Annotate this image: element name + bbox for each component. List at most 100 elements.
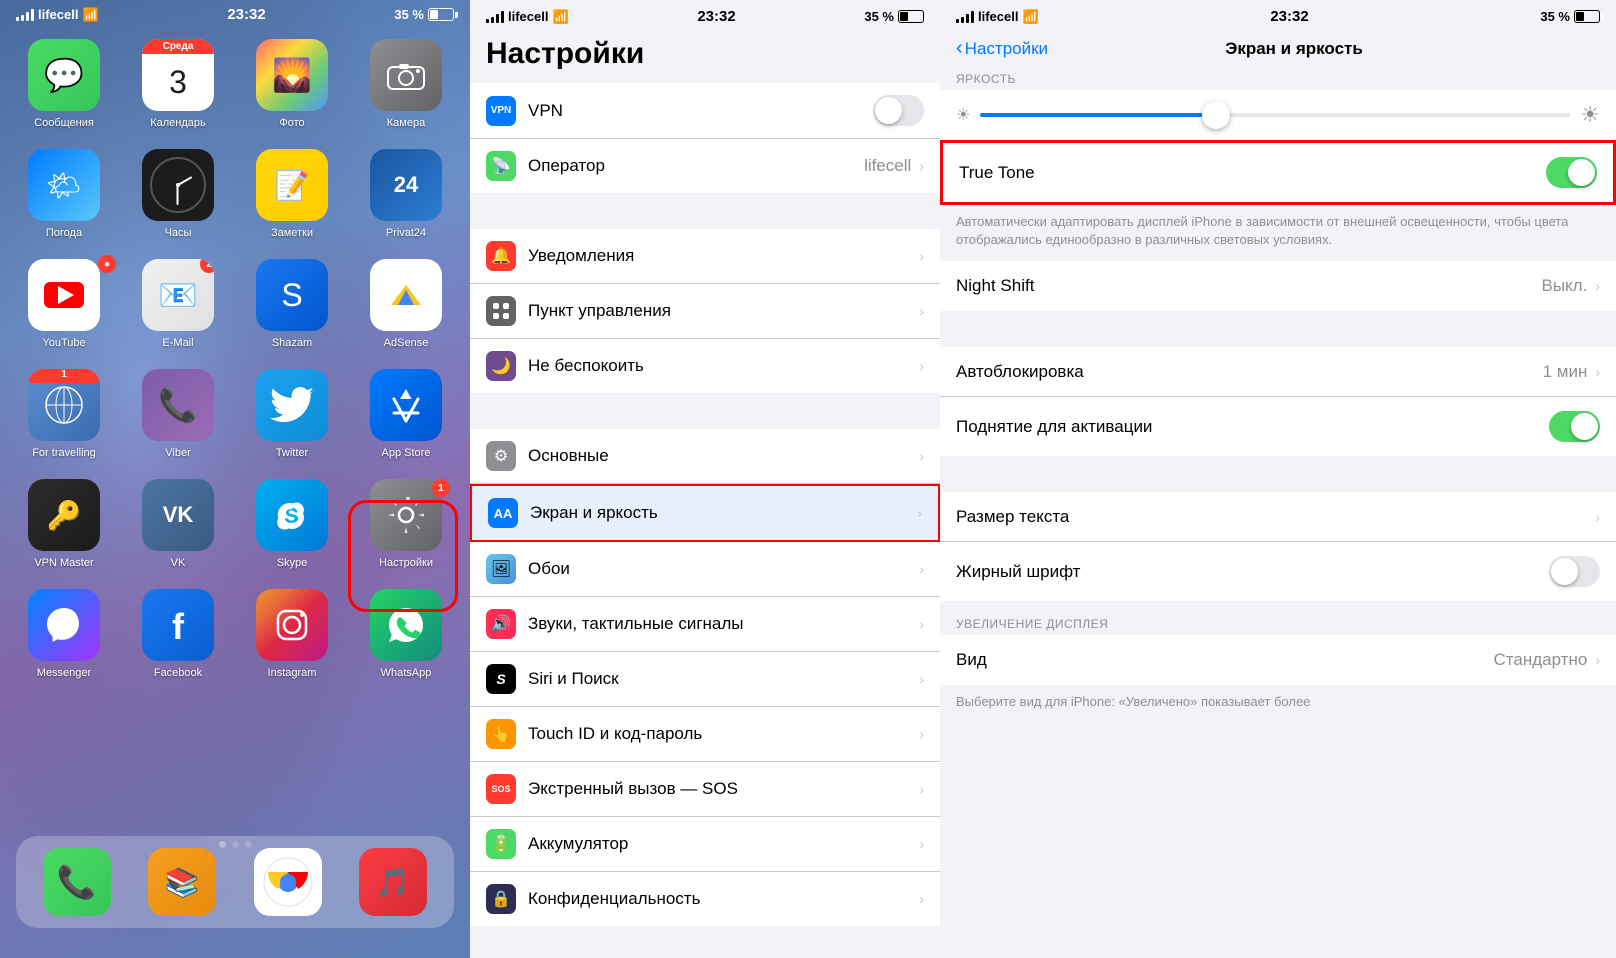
operator-value: lifecell bbox=[864, 156, 911, 176]
app-row-5: 🔑 VPN Master VK VK Skype 1 Настройки bbox=[16, 479, 454, 569]
settings-row-controlcenter[interactable]: Пункт управления › bbox=[470, 284, 940, 339]
sos-icon: SOS bbox=[486, 774, 516, 804]
controlcenter-icon bbox=[486, 296, 516, 326]
vpn-toggle[interactable] bbox=[873, 95, 924, 126]
app-settings[interactable]: 1 Настройки bbox=[358, 479, 454, 569]
display-icon: AA bbox=[488, 498, 518, 528]
app-shazam[interactable]: S Shazam bbox=[244, 259, 340, 349]
brightness-row: ☀ ☀ bbox=[956, 102, 1600, 128]
dock-books[interactable]: 📚 bbox=[142, 848, 222, 916]
app-photos-icon: 🌄 bbox=[256, 39, 328, 111]
app-messages[interactable]: 💬 Сообщения bbox=[16, 39, 112, 129]
bold-toggle[interactable] bbox=[1549, 556, 1600, 587]
zoom-description: Выберите вид для iPhone: «Увеличено» пок… bbox=[940, 685, 1616, 723]
status-bar-settings: lifecell 📶 23:32 35 % bbox=[470, 0, 940, 29]
settings-section-display: ⚙ Основные › AA Экран и яркость › 🖼 Обои… bbox=[470, 429, 940, 926]
display-row-nightshift[interactable]: Night Shift Выкл. › bbox=[940, 261, 1616, 311]
sounds-label: Звуки, тактильные сигналы bbox=[528, 614, 919, 634]
dnd-icon: 🌙 bbox=[486, 351, 516, 381]
clock-display: 23:32 bbox=[227, 6, 265, 23]
settings-row-sounds[interactable]: 🔊 Звуки, тактильные сигналы › bbox=[470, 597, 940, 652]
app-viber[interactable]: 📞 Viber bbox=[130, 369, 226, 459]
raiseawake-toggle[interactable] bbox=[1549, 411, 1600, 442]
settings-row-operator[interactable]: 📡 Оператор lifecell › bbox=[470, 139, 940, 193]
truetone-toggle[interactable] bbox=[1546, 157, 1597, 188]
app-messenger[interactable]: Messenger bbox=[16, 589, 112, 679]
app-vpnmaster[interactable]: 🔑 VPN Master bbox=[16, 479, 112, 569]
view-chevron: › bbox=[1595, 652, 1600, 668]
display-chevron: › bbox=[917, 505, 922, 521]
app-row-3: ● YouTube 📧 2 E-Mail S Shazam AdSense bbox=[16, 259, 454, 349]
app-weather-icon: 🌤 bbox=[28, 149, 100, 221]
app-privat24-icon: 24 bbox=[370, 149, 442, 221]
dock-music[interactable]: 🎵 bbox=[353, 848, 433, 916]
dock-phone[interactable]: 📞 bbox=[37, 848, 117, 916]
brightness-min-icon: ☀ bbox=[956, 105, 970, 125]
display-label: Экран и яркость bbox=[530, 503, 917, 523]
settings-row-vpn[interactable]: VPN VPN bbox=[470, 83, 940, 139]
settings-row-display[interactable]: AA Экран и яркость › bbox=[470, 484, 940, 542]
app-viber-icon: 📞 bbox=[142, 369, 214, 441]
dnd-label: Не беспокоить bbox=[528, 356, 919, 376]
display-row-raiseawake[interactable]: Поднятие для активации bbox=[940, 397, 1616, 456]
app-instagram[interactable]: Instagram bbox=[244, 589, 340, 679]
app-calendar[interactable]: Среда 3 Календарь bbox=[130, 39, 226, 129]
display-row-view[interactable]: Вид Стандартно › bbox=[940, 635, 1616, 685]
settings-row-battery[interactable]: 🔋 Аккумулятор › bbox=[470, 817, 940, 872]
app-twitter-icon bbox=[256, 369, 328, 441]
text-section: Размер текста › Жирный шрифт bbox=[940, 492, 1616, 601]
app-appstore[interactable]: App Store bbox=[358, 369, 454, 459]
wifi-settings: 📶 bbox=[552, 9, 568, 25]
operator-chevron: › bbox=[919, 158, 924, 174]
settings-row-general[interactable]: ⚙ Основные › bbox=[470, 429, 940, 484]
controlcenter-label: Пункт управления bbox=[528, 301, 919, 321]
app-skype[interactable]: Skype bbox=[244, 479, 340, 569]
app-whatsapp-icon bbox=[370, 589, 442, 661]
app-twitter[interactable]: Twitter bbox=[244, 369, 340, 459]
brightness-fill bbox=[980, 113, 1216, 117]
touchid-label: Touch ID и код-пароль bbox=[528, 724, 919, 744]
dock-chrome[interactable] bbox=[248, 848, 328, 916]
settings-row-wallpaper[interactable]: 🖼 Обои › bbox=[470, 542, 940, 597]
settings-row-dnd[interactable]: 🌙 Не беспокоить › bbox=[470, 339, 940, 393]
app-youtube[interactable]: ● YouTube bbox=[16, 259, 112, 349]
brightness-container: ЯРКОСТЬ ☀ ☀ bbox=[940, 60, 1616, 140]
display-row-textsize[interactable]: Размер текста › bbox=[940, 492, 1616, 542]
app-camera[interactable]: Камера bbox=[358, 39, 454, 129]
app-email[interactable]: 📧 2 E-Mail bbox=[130, 259, 226, 349]
signal-icon bbox=[16, 9, 34, 21]
dock-music-icon: 🎵 bbox=[359, 848, 427, 916]
settings-row-sos[interactable]: SOS Экстренный вызов — SOS › bbox=[470, 762, 940, 817]
app-clock[interactable]: Часы bbox=[130, 149, 226, 239]
app-messages-icon: 💬 bbox=[28, 39, 100, 111]
settings-row-siri[interactable]: S Siri и Поиск › bbox=[470, 652, 940, 707]
app-facebook[interactable]: f Facebook bbox=[130, 589, 226, 679]
settings-row-privacy[interactable]: 🔒 Конфиденциальность › bbox=[470, 872, 940, 926]
settings-row-notifications[interactable]: 🔔 Уведомления › bbox=[470, 229, 940, 284]
app-whatsapp[interactable]: WhatsApp bbox=[358, 589, 454, 679]
brightness-section-label: ЯРКОСТЬ bbox=[940, 64, 1616, 90]
app-weather[interactable]: 🌤 Погода bbox=[16, 149, 112, 239]
back-label: Настройки bbox=[965, 39, 1048, 59]
app-vk[interactable]: VK VK bbox=[130, 479, 226, 569]
siri-icon: S bbox=[486, 664, 516, 694]
app-notes[interactable]: 📝 Заметки bbox=[244, 149, 340, 239]
textsize-label: Размер текста bbox=[956, 507, 1595, 527]
app-shazam-icon: S bbox=[256, 259, 328, 331]
display-row-bold[interactable]: Жирный шрифт bbox=[940, 542, 1616, 601]
brightness-slider[interactable] bbox=[980, 113, 1570, 117]
settings-row-touchid[interactable]: 👆 Touch ID и код-пароль › bbox=[470, 707, 940, 762]
app-messenger-icon bbox=[28, 589, 100, 661]
display-row-truetone[interactable]: True Tone bbox=[943, 143, 1613, 202]
app-instagram-icon bbox=[256, 589, 328, 661]
truetone-description: Автоматически адаптировать дисплей iPhon… bbox=[940, 205, 1616, 261]
display-row-autolock[interactable]: Автоблокировка 1 мин › bbox=[940, 347, 1616, 397]
app-fortravelling[interactable]: 1 For travelling bbox=[16, 369, 112, 459]
app-photos[interactable]: 🌄 Фото bbox=[244, 39, 340, 129]
app-adsense[interactable]: AdSense bbox=[358, 259, 454, 349]
app-privat24[interactable]: 24 Privat24 bbox=[358, 149, 454, 239]
back-button[interactable]: ‹ Настройки bbox=[956, 37, 1048, 60]
display-nav-title: Экран и яркость bbox=[1225, 39, 1423, 59]
dock: 📞 📚 🎵 bbox=[16, 836, 454, 928]
dock-chrome-icon bbox=[254, 848, 322, 916]
